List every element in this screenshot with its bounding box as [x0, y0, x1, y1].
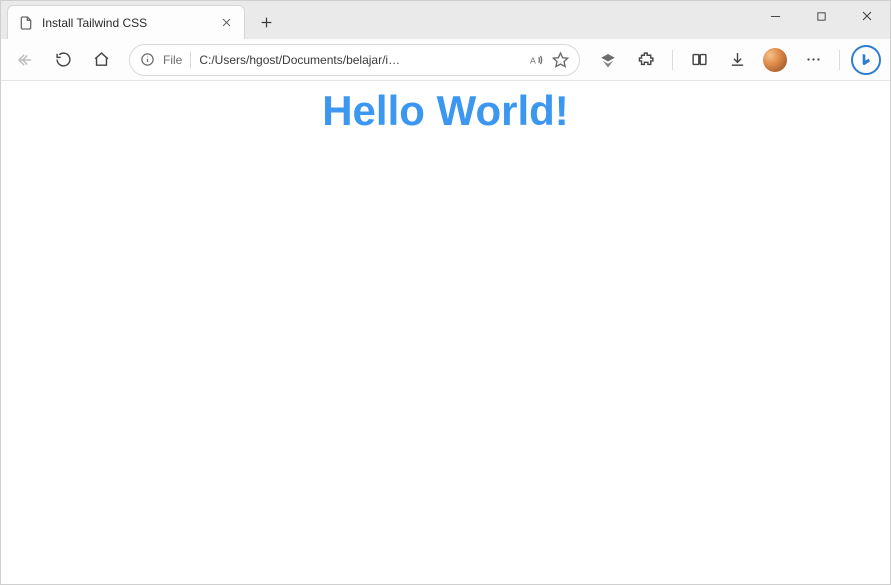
- browser-tab[interactable]: Install Tailwind CSS: [7, 5, 245, 39]
- avatar-icon: [763, 48, 787, 72]
- addressbar-right-icons: A: [528, 51, 569, 68]
- back-button[interactable]: [9, 44, 41, 76]
- tab-title: Install Tailwind CSS: [42, 16, 210, 30]
- titlebar: Install Tailwind CSS: [1, 1, 890, 39]
- maximize-button[interactable]: [798, 1, 844, 31]
- addressbar-divider: [190, 52, 191, 68]
- minimize-button[interactable]: [752, 1, 798, 31]
- bing-icon: [851, 45, 881, 75]
- favorite-star-icon[interactable]: [552, 51, 569, 68]
- more-menu-button[interactable]: [797, 44, 829, 76]
- toolbar: File C:/Users/hgost/Documents/belajar/i……: [1, 39, 890, 81]
- tab-strip: Install Tailwind CSS: [1, 1, 281, 39]
- profile-avatar[interactable]: [759, 44, 791, 76]
- page-viewport: Hello World!: [1, 81, 890, 584]
- toolbar-separator: [672, 50, 673, 70]
- info-icon[interactable]: [140, 52, 155, 67]
- browser-window: Install Tailwind CSS: [0, 0, 891, 585]
- split-screen-button[interactable]: [683, 44, 715, 76]
- url-text[interactable]: C:/Users/hgost/Documents/belajar/i…: [199, 53, 520, 67]
- svg-text:A: A: [530, 55, 536, 65]
- page-heading: Hello World!: [1, 87, 890, 135]
- url-scheme-label: File: [163, 53, 182, 67]
- home-button[interactable]: [85, 44, 117, 76]
- address-bar[interactable]: File C:/Users/hgost/Documents/belajar/i……: [129, 44, 580, 76]
- read-aloud-icon[interactable]: A: [528, 52, 544, 68]
- bing-chat-button[interactable]: [850, 44, 882, 76]
- file-icon: [18, 15, 34, 31]
- toolbar-separator: [839, 50, 840, 70]
- refresh-button[interactable]: [47, 44, 79, 76]
- shopping-icon[interactable]: [592, 44, 624, 76]
- downloads-button[interactable]: [721, 44, 753, 76]
- close-window-button[interactable]: [844, 1, 890, 31]
- tab-close-button[interactable]: [218, 15, 234, 31]
- extensions-button[interactable]: [630, 44, 662, 76]
- new-tab-button[interactable]: [251, 7, 281, 37]
- window-controls: [752, 1, 890, 39]
